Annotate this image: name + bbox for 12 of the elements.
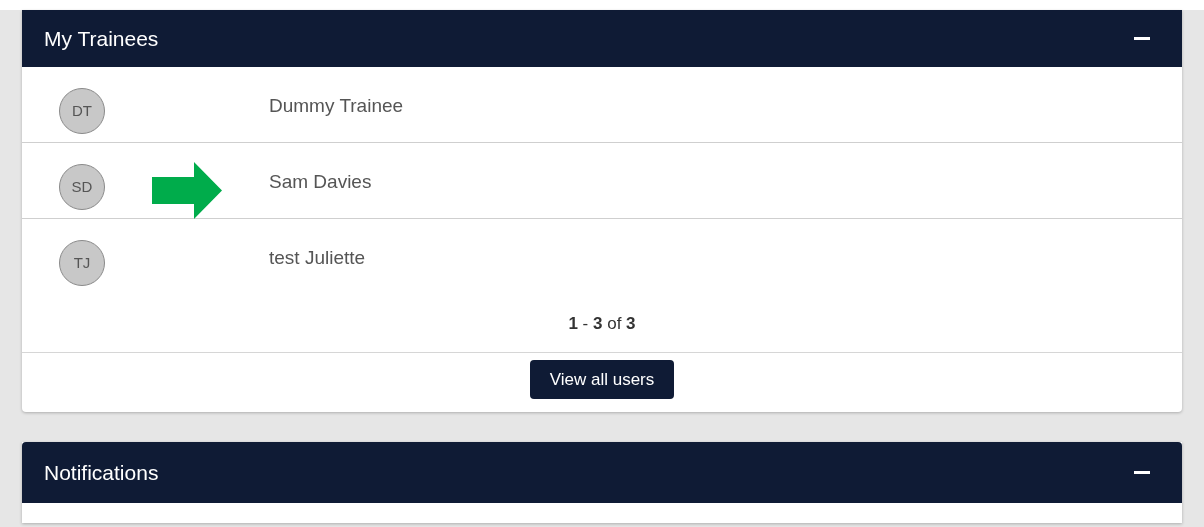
avatar: TJ	[59, 240, 105, 286]
avatar: SD	[59, 164, 105, 210]
panel-title: My Trainees	[44, 25, 159, 52]
minus-icon	[1134, 470, 1150, 475]
trainee-name[interactable]: Sam Davies	[269, 168, 372, 197]
view-all-users-button[interactable]: View all users	[529, 360, 675, 399]
pagination-text: 1 - 3 of 3	[568, 312, 636, 335]
avatar: DT	[59, 88, 105, 134]
minus-icon	[1134, 36, 1150, 41]
trainee-name[interactable]: Dummy Trainee	[269, 92, 404, 121]
panel-title: Notifications	[44, 459, 159, 486]
trainee-name[interactable]: test Juliette	[269, 244, 366, 273]
